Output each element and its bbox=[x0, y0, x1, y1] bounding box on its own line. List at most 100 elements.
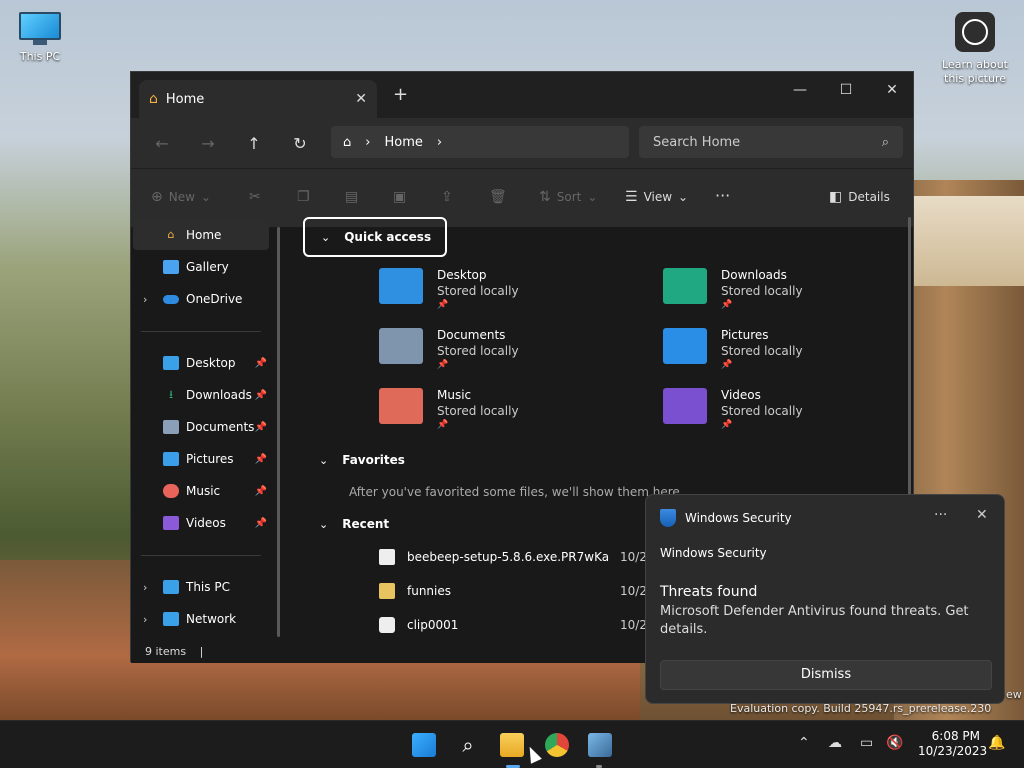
recent-file-row[interactable]: funnies 10/23 bbox=[379, 583, 655, 599]
divider bbox=[141, 555, 261, 556]
paste-icon: ▤ bbox=[345, 189, 359, 205]
file-icon bbox=[379, 549, 395, 565]
more-options-button[interactable]: ··· bbox=[934, 507, 947, 523]
delete-button[interactable]: 🗑 bbox=[489, 189, 507, 205]
quick-access-item[interactable]: Documents Stored locally 📌 bbox=[379, 328, 519, 370]
chevron-right-icon[interactable]: › bbox=[437, 135, 442, 150]
chevron-right-icon[interactable]: › bbox=[143, 613, 147, 626]
sidebar-item-label: Network bbox=[186, 612, 237, 626]
search-input[interactable]: Search Home ⌕ bbox=[639, 126, 903, 158]
speaker-muted-icon[interactable]: 🔇 bbox=[886, 735, 903, 751]
sidebar-item-label: Documents bbox=[186, 420, 255, 434]
sidebar-item-home[interactable]: ⌂ Home bbox=[133, 220, 269, 250]
recent-file-row[interactable]: beebeep-setup-5.8.6.exe.PR7wKa 10/23 bbox=[379, 549, 655, 565]
chrome-icon[interactable] bbox=[545, 733, 569, 757]
music-folder-icon bbox=[379, 388, 423, 424]
breadcrumb-home[interactable]: Home bbox=[384, 135, 422, 150]
sidebar-item-downloads[interactable]: ⭳ Downloads 📌 bbox=[133, 380, 269, 410]
clock[interactable]: 6:08 PM 10/23/2023 bbox=[918, 729, 987, 759]
new-button[interactable]: ⊕ New ⌄ bbox=[151, 189, 211, 205]
file-explorer-icon[interactable] bbox=[500, 733, 524, 757]
scissors-icon: ✂ bbox=[249, 189, 261, 205]
quick-access-item[interactable]: Videos Stored locally 📌 bbox=[663, 388, 803, 430]
chevron-right-icon[interactable]: › bbox=[143, 581, 147, 594]
home-icon: ⌂ bbox=[149, 91, 158, 107]
windows-security-notification[interactable]: Windows Security ··· ✕ Windows Security … bbox=[645, 494, 1005, 704]
quick-access-item[interactable]: Pictures Stored locally 📌 bbox=[663, 328, 803, 370]
chevron-right-icon[interactable]: › bbox=[143, 293, 147, 306]
taskbar: ⌕ ⌃ ☁ ▭ 🔇 6:08 PM 10/23/2023 🔔 bbox=[0, 720, 1024, 768]
notification-bell-icon[interactable]: 🔔 bbox=[988, 735, 1005, 751]
address-bar[interactable]: ⌂ › Home › bbox=[331, 126, 629, 158]
desktop-icon-learn-about-picture[interactable]: Learn about this picture bbox=[940, 12, 1010, 86]
maximize-button[interactable]: ☐ bbox=[823, 76, 869, 104]
notification-sender: Windows Security bbox=[660, 546, 767, 560]
display-icon[interactable]: ▭ bbox=[860, 735, 873, 751]
sidebar-item-desktop[interactable]: Desktop 📌 bbox=[133, 348, 269, 378]
close-tab-icon[interactable]: ✕ bbox=[355, 91, 367, 107]
desktop-icon-this-pc[interactable]: This PC bbox=[12, 12, 68, 63]
sidebar-item-this-pc[interactable]: › This PC bbox=[133, 572, 269, 602]
sidebar-item-gallery[interactable]: Gallery bbox=[133, 252, 269, 282]
up-button[interactable]: ↑ bbox=[231, 134, 277, 153]
share-button[interactable]: ⇪ bbox=[441, 189, 453, 205]
new-tab-button[interactable]: + bbox=[393, 84, 408, 105]
section-favorites[interactable]: ⌄ Favorites bbox=[319, 453, 405, 467]
pin-icon: 📌 bbox=[254, 453, 267, 465]
pin-icon: 📌 bbox=[437, 420, 449, 430]
sidebar-item-onedrive[interactable]: › OneDrive bbox=[133, 284, 269, 314]
view-button[interactable]: ☰ View ⌄ bbox=[625, 189, 688, 205]
refresh-button[interactable]: ↻ bbox=[277, 134, 323, 153]
paste-button[interactable]: ▤ bbox=[345, 189, 358, 205]
back-button[interactable]: ← bbox=[139, 134, 185, 153]
forward-button[interactable]: → bbox=[185, 134, 231, 153]
search-icon[interactable]: ⌕ bbox=[456, 733, 480, 757]
sidebar-item-documents[interactable]: Documents 📌 bbox=[133, 412, 269, 442]
tab-home[interactable]: ⌂ Home ✕ bbox=[139, 80, 377, 118]
section-recent[interactable]: ⌄ Recent bbox=[319, 517, 389, 531]
cut-button[interactable]: ✂ bbox=[249, 189, 261, 205]
desktop-icon-label: Learn about this picture bbox=[942, 58, 1008, 85]
share-icon: ⇪ bbox=[441, 189, 453, 205]
sidebar-item-music[interactable]: Music 📌 bbox=[133, 476, 269, 506]
pin-icon: 📌 bbox=[254, 517, 267, 529]
chevron-right-icon[interactable]: › bbox=[365, 135, 370, 150]
rename-button[interactable]: ▣ bbox=[393, 189, 406, 205]
home-icon: ⌂ bbox=[167, 228, 175, 241]
status-separator: | bbox=[199, 645, 204, 658]
chevron-up-icon[interactable]: ⌃ bbox=[798, 735, 810, 751]
clock-time: 6:08 PM bbox=[931, 729, 980, 743]
section-title: Recent bbox=[342, 517, 390, 531]
quick-access-item[interactable]: Music Stored locally 📌 bbox=[379, 388, 519, 430]
dismiss-button[interactable]: Dismiss bbox=[660, 660, 992, 690]
sidebar-scrollbar[interactable] bbox=[277, 227, 280, 637]
close-window-button[interactable]: ✕ bbox=[869, 76, 915, 104]
evaluation-watermark-tail: ew bbox=[1006, 688, 1022, 701]
address-bar-row: ← → ↑ ↻ ⌂ › Home › Search Home ⌕ bbox=[131, 118, 913, 168]
sidebar-item-network[interactable]: › Network bbox=[133, 604, 269, 634]
sidebar-item-pictures[interactable]: Pictures 📌 bbox=[133, 444, 269, 474]
minimize-button[interactable]: — bbox=[777, 76, 823, 104]
section-quick-access[interactable]: ⌄ Quick access bbox=[303, 217, 448, 257]
evaluation-watermark: Evaluation copy. Build 25947.rs_prerelea… bbox=[730, 702, 992, 715]
more-options-button[interactable]: ··· bbox=[715, 186, 730, 205]
details-button[interactable]: ◧ Details bbox=[829, 189, 890, 205]
sidebar-item-label: Pictures bbox=[186, 452, 234, 466]
onedrive-offline-icon[interactable]: ☁ bbox=[828, 735, 842, 751]
sort-button[interactable]: ⇅ Sort ⌄ bbox=[539, 189, 597, 205]
copy-button[interactable]: ❐ bbox=[297, 189, 310, 205]
sidebar-item-label: Music bbox=[186, 484, 221, 498]
remote-desktop-icon[interactable] bbox=[588, 733, 612, 757]
quick-access-item[interactable]: Downloads Stored locally 📌 bbox=[663, 268, 803, 310]
item-name: Videos bbox=[721, 388, 761, 402]
search-placeholder: Search Home bbox=[653, 134, 741, 150]
pin-icon: 📌 bbox=[254, 357, 267, 369]
file-name: clip0001 bbox=[407, 618, 459, 632]
documents-folder-icon bbox=[163, 420, 179, 434]
sidebar-item-videos[interactable]: Videos 📌 bbox=[133, 508, 269, 538]
recent-file-row[interactable]: clip0001 10/23 bbox=[379, 617, 655, 633]
quick-access-item[interactable]: Desktop Stored locally 📌 bbox=[379, 268, 519, 310]
close-notification-button[interactable]: ✕ bbox=[976, 507, 988, 523]
start-button-windows-icon[interactable] bbox=[412, 733, 436, 757]
item-status: Stored locally bbox=[437, 284, 519, 298]
